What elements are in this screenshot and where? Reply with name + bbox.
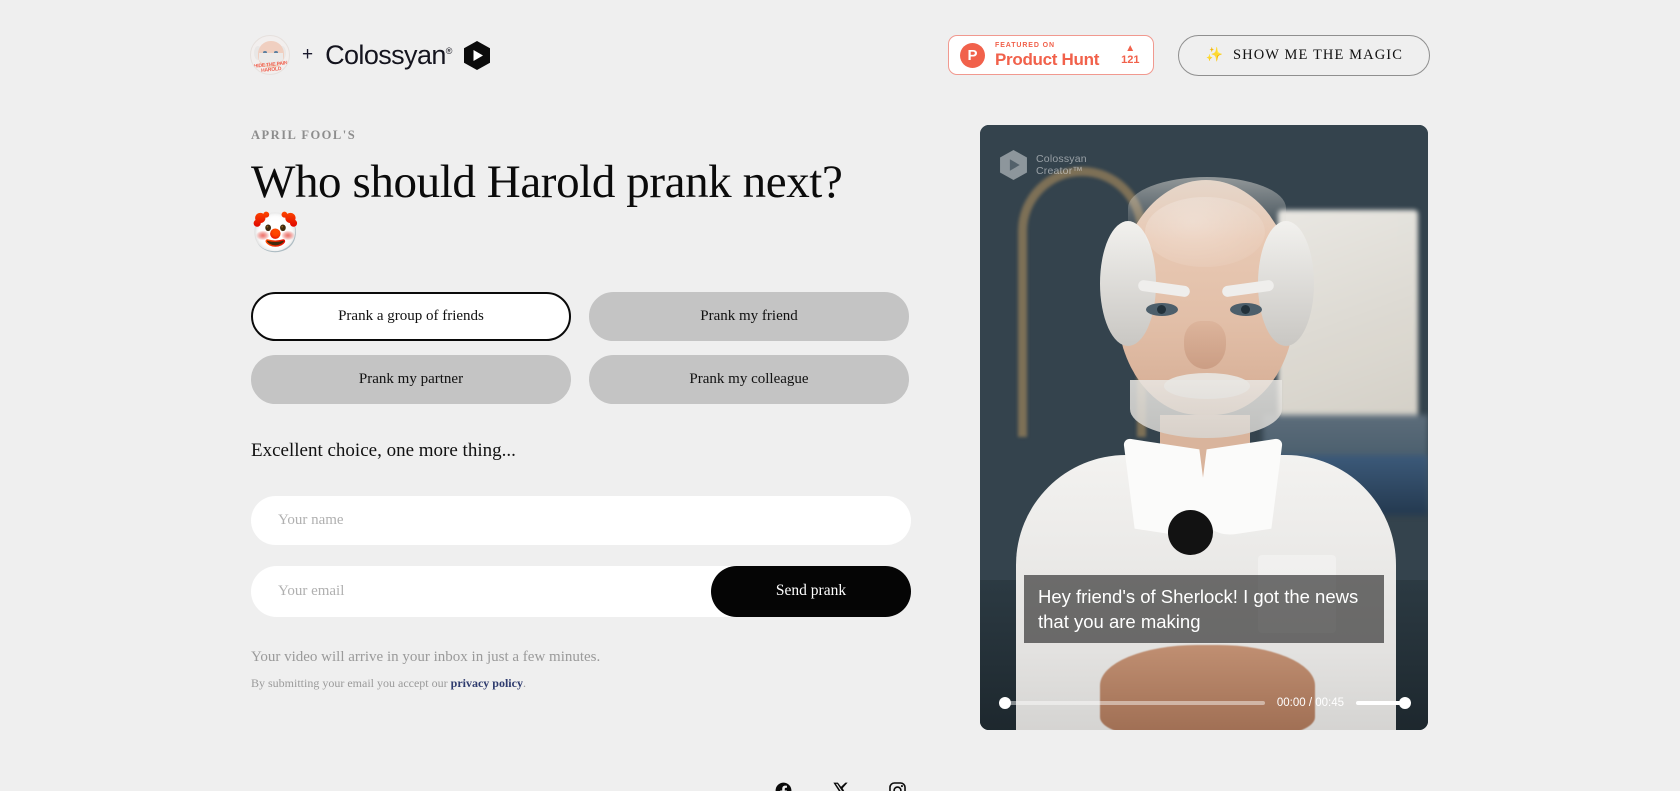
watermark-line-1: Colossyan: [1036, 153, 1087, 165]
social-links: [0, 781, 1680, 791]
main-content: APRIL FOOL'S Who should Harold prank nex…: [251, 128, 911, 691]
sub-prompt: Excellent choice, one more thing...: [251, 439, 516, 461]
video-controls: 00:00 / 00:45: [980, 676, 1428, 730]
sparkle-icon: ✨: [1205, 47, 1224, 63]
video-time-display: 00:00 / 00:45: [1276, 697, 1344, 709]
product-hunt-badge[interactable]: P FEATURED ON Product Hunt ▲ 121: [948, 35, 1155, 75]
legal-note-prefix: By submitting your email you accept our: [251, 675, 451, 690]
upvote-count: 121: [1121, 54, 1140, 66]
name-input[interactable]: [251, 495, 911, 545]
option-label: Prank my partner: [358, 370, 464, 387]
option-label: Prank my friend: [700, 307, 798, 324]
option-prank-group-of-friends[interactable]: Prank a group of friends: [251, 291, 571, 341]
colossyan-watermark: Colossyan Creator™: [1000, 150, 1087, 180]
product-hunt-featured-label: FEATURED ON: [995, 42, 1055, 49]
colossyan-hex-logo-icon: [463, 40, 490, 70]
show-me-the-magic-button[interactable]: ✨ SHOW ME THE MAGIC: [1178, 34, 1430, 76]
option-prank-my-colleague[interactable]: Prank my colleague: [589, 354, 909, 404]
option-label: Prank a group of friends: [338, 307, 484, 324]
site-header: HIDE THE PAIN HAROLD + Colossyan® P FEAT…: [0, 0, 1680, 110]
delivery-note: Your video will arrive in your inbox in …: [251, 648, 601, 665]
twitter-icon[interactable]: [831, 781, 850, 791]
prank-options-group: Prank a group of friends Prank my friend…: [251, 291, 911, 404]
colossyan-hex-watermark-icon: [1000, 150, 1027, 180]
show-me-the-magic-label: SHOW ME THE MAGIC: [1232, 46, 1403, 63]
harold-avatar-tagline: HIDE THE PAIN HAROLD: [253, 60, 288, 75]
upvote-arrow-icon: ▲: [1125, 43, 1136, 54]
harold-avatar-icon: HIDE THE PAIN HAROLD: [250, 35, 290, 75]
video-player[interactable]: Colossyan Creator™ Hey friend's of Sherl…: [980, 125, 1428, 730]
clown-emoji-icon: 🤡: [251, 211, 300, 255]
privacy-policy-link[interactable]: privacy policy: [451, 676, 523, 690]
send-prank-button[interactable]: Send prank: [711, 565, 911, 617]
watermark-line-2: Creator™: [1036, 165, 1084, 177]
header-actions: P FEATURED ON Product Hunt ▲ 121 ✨ SHOW …: [948, 34, 1430, 76]
page-title: Who should Harold prank next?: [251, 156, 843, 208]
instagram-icon[interactable]: [888, 781, 907, 791]
video-progress-handle[interactable]: [999, 697, 1011, 709]
video-play-dot[interactable]: [1168, 510, 1213, 555]
product-hunt-upvotes[interactable]: ▲ 121: [1121, 44, 1139, 66]
video-caption: Hey friend's of Sherlock! I got the news…: [1024, 575, 1384, 643]
legal-note-suffix: .: [522, 675, 526, 690]
option-prank-my-partner[interactable]: Prank my partner: [251, 354, 571, 404]
product-hunt-logo-icon: P: [960, 42, 986, 68]
brand-lockup[interactable]: HIDE THE PAIN HAROLD + Colossyan®: [250, 35, 490, 75]
product-hunt-name: Product Hunt: [995, 50, 1100, 69]
email-send-row: Send prank: [251, 565, 911, 617]
colossyan-wordmark: Colossyan®: [325, 39, 452, 70]
option-prank-my-friend[interactable]: Prank my friend: [589, 291, 909, 341]
legal-note: By submitting your email you accept our …: [251, 676, 911, 691]
facebook-icon[interactable]: [774, 781, 793, 791]
video-progress-slider[interactable]: [999, 697, 1265, 709]
option-label: Prank my colleague: [689, 370, 809, 387]
plus-separator: +: [302, 44, 314, 65]
video-volume-handle[interactable]: [1399, 697, 1411, 709]
eyebrow-label: APRIL FOOL'S: [251, 128, 357, 142]
video-volume-slider[interactable]: [1356, 697, 1411, 709]
